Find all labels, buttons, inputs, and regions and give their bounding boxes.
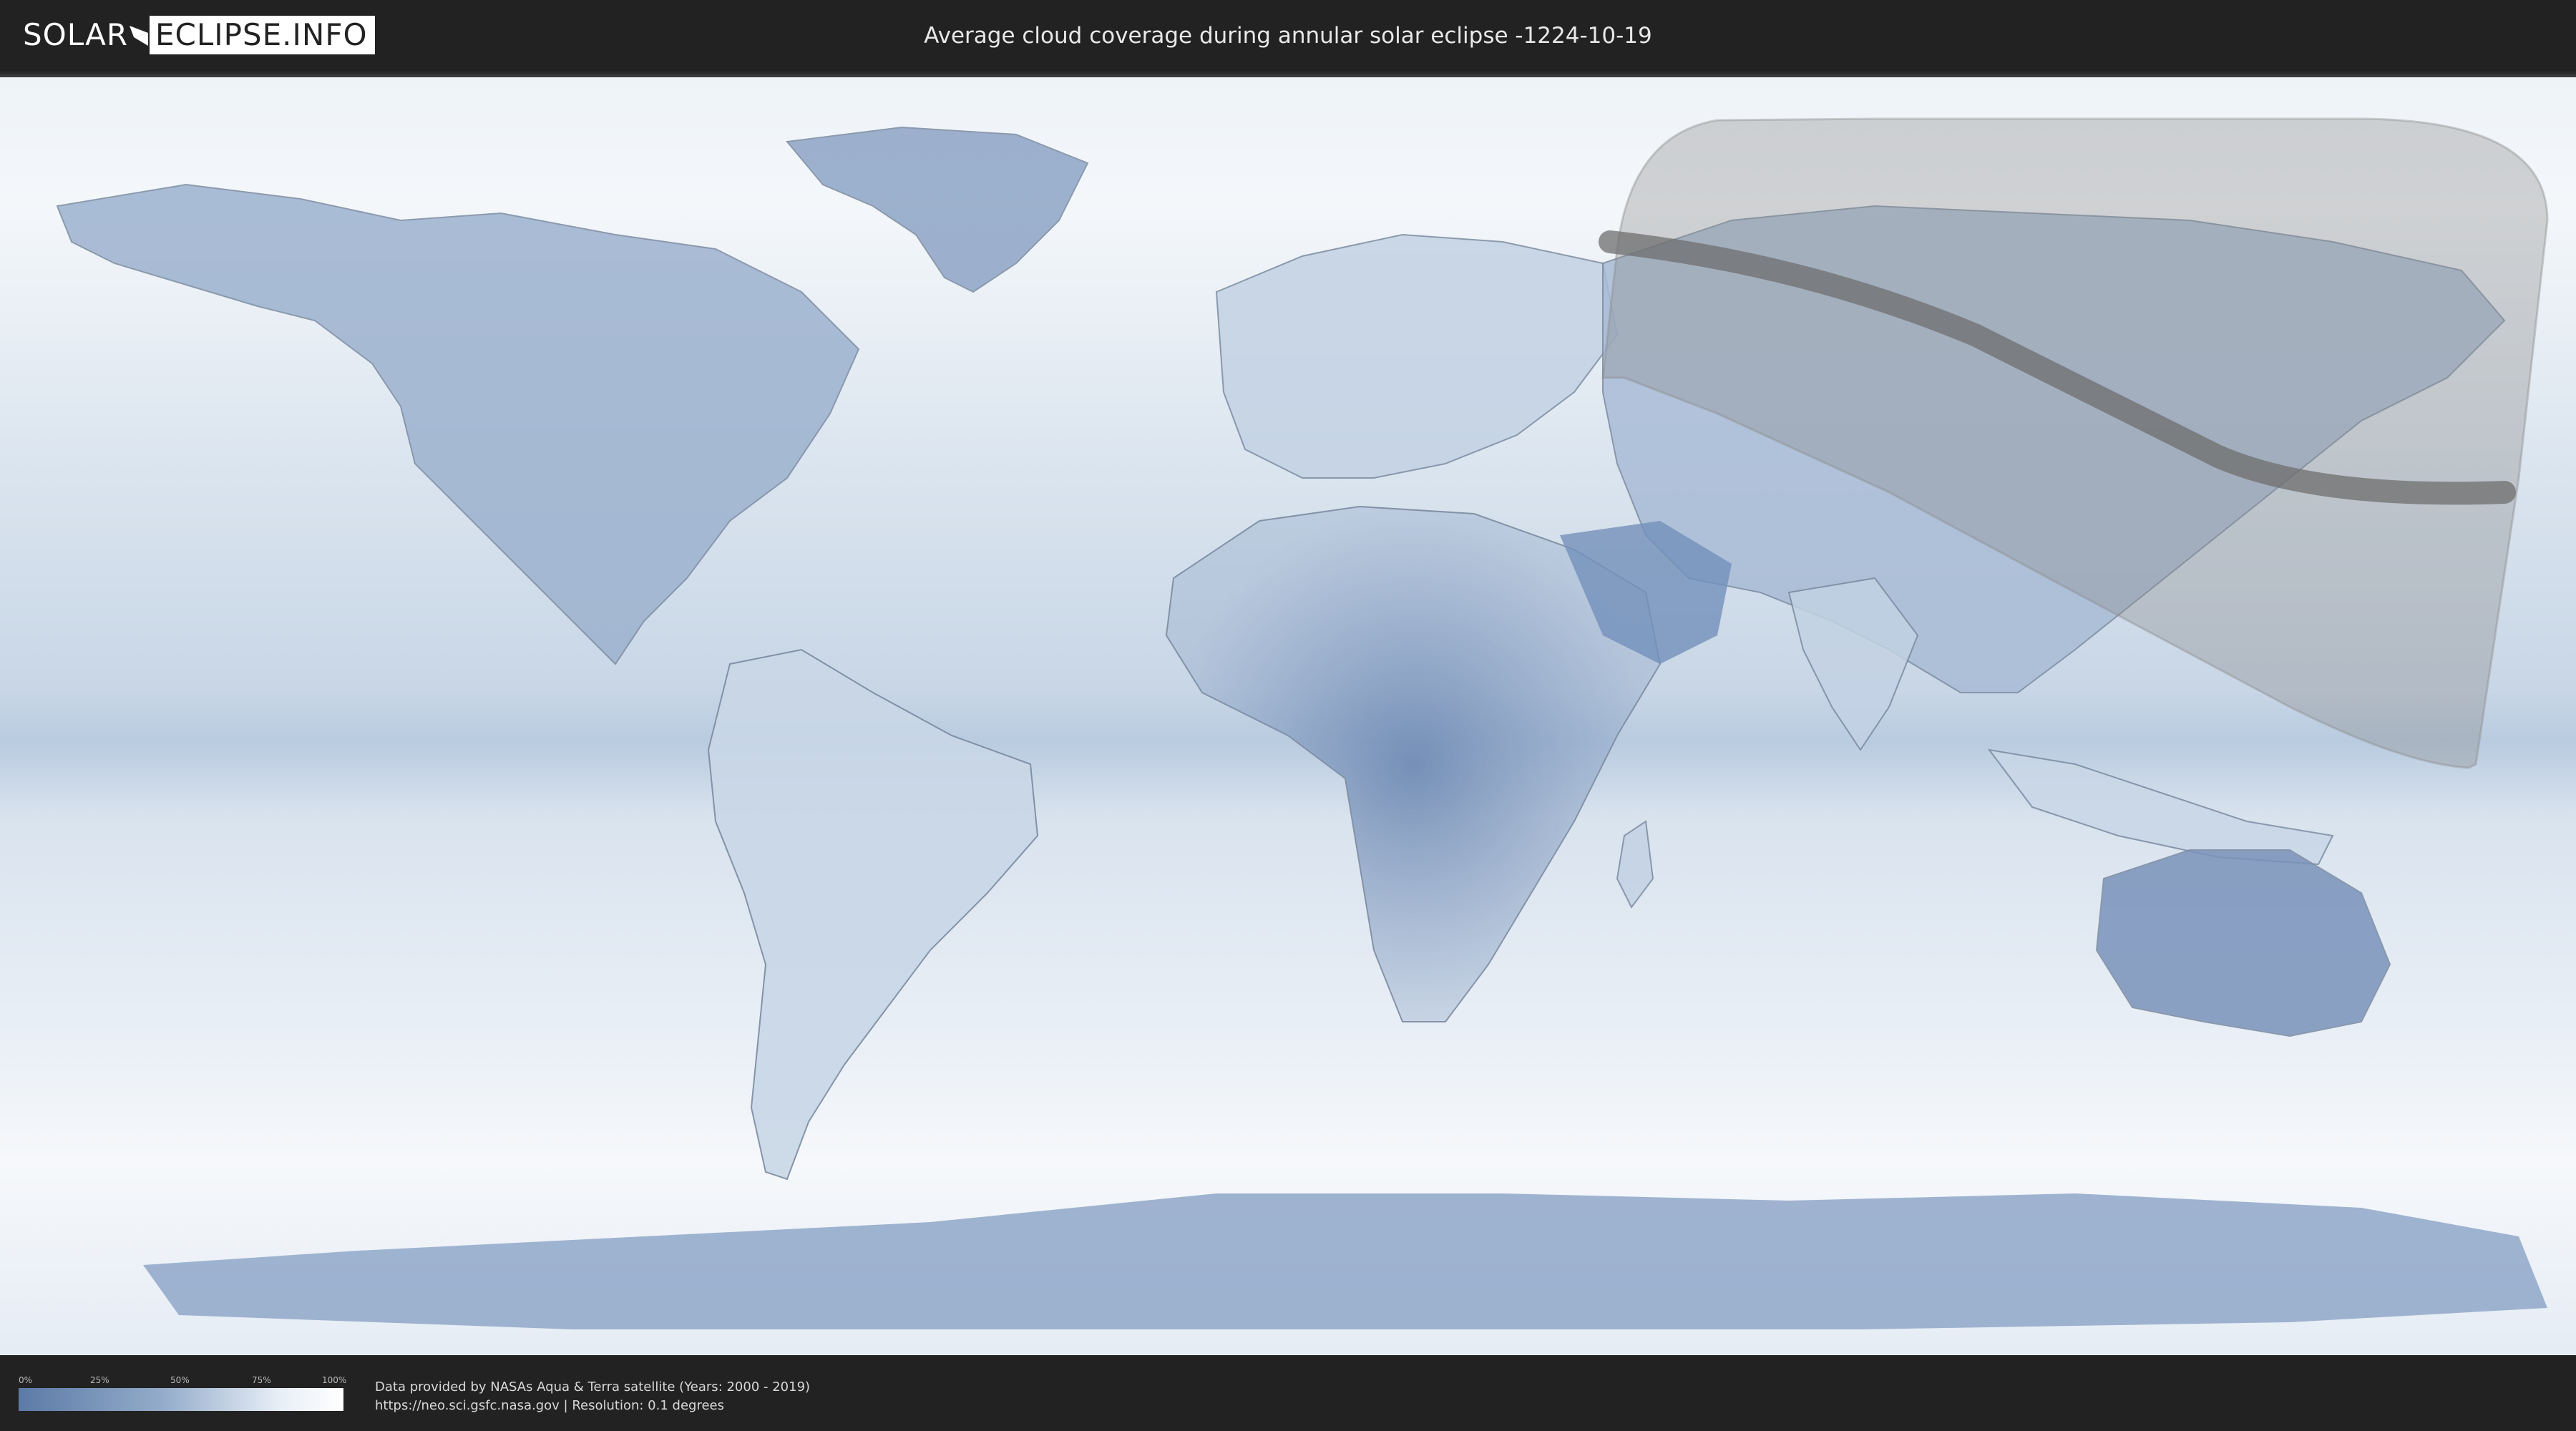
header-bar: SOLAR ECLIPSE.INFO Average cloud coverag… [0,0,2576,72]
legend-tick-75: 75% [252,1375,271,1385]
map-canvas [0,77,2576,1355]
legend-tick-25: 25% [90,1375,109,1385]
legend-tick-0: 0% [19,1375,33,1385]
cloud-coverage-legend: 0% 25% 50% 75% 100% [19,1375,347,1411]
legend-tick-100: 100% [322,1375,347,1385]
cloud-coverage-map[interactable] [0,74,2576,1355]
legend-ticks: 0% 25% 50% 75% 100% [19,1375,347,1388]
credit-line-url[interactable]: https://neo.sci.gsfc.nasa.gov | Resoluti… [375,1397,810,1415]
legend-tick-50: 50% [170,1375,190,1385]
page-title: Average cloud coverage during annular so… [924,23,1652,49]
credit-line-source: Data provided by NASAs Aqua & Terra sate… [375,1379,811,1395]
data-credits: Data provided by NASAs Aqua & Terra sate… [375,1378,810,1415]
legend-gradient-bar [19,1388,343,1411]
